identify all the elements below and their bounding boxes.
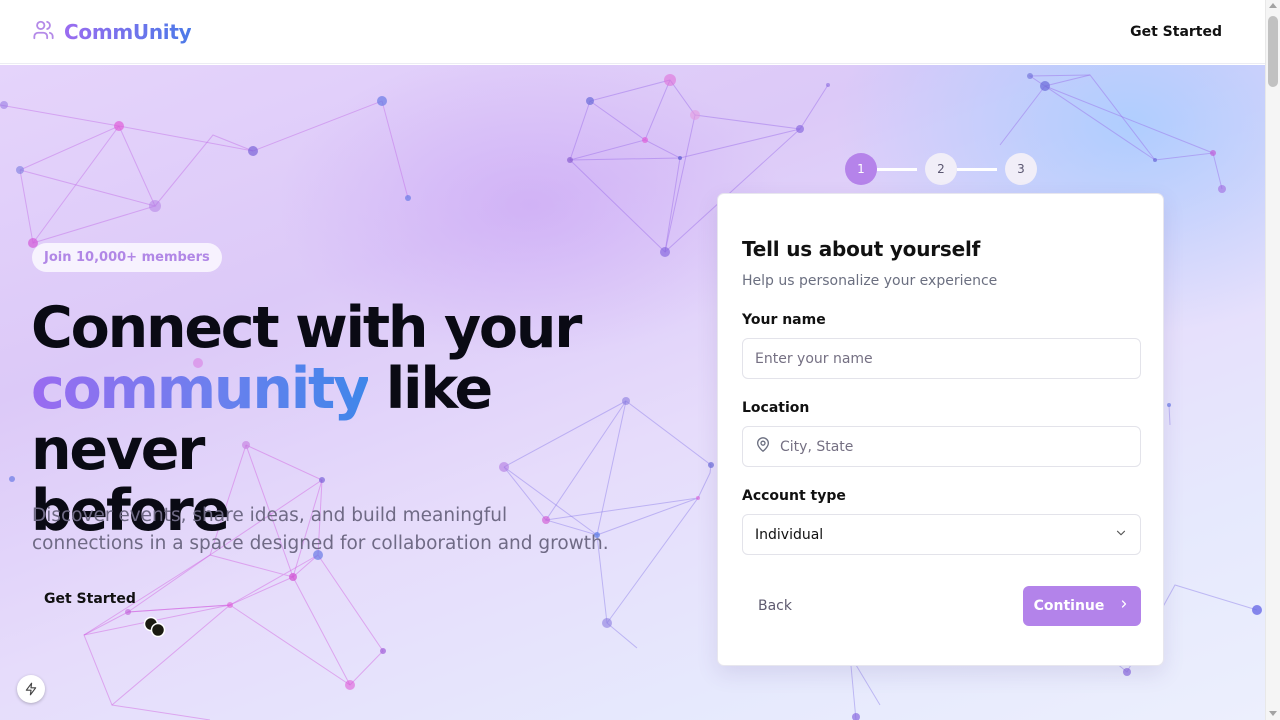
location-input[interactable]: [780, 438, 1120, 455]
step-1: 1: [845, 153, 877, 185]
header-get-started-button[interactable]: Get Started: [1118, 18, 1234, 46]
users-icon: [32, 19, 55, 45]
hero-get-started-button[interactable]: Get Started: [32, 586, 148, 612]
name-input[interactable]: [742, 338, 1141, 379]
step-2: 2: [925, 153, 957, 185]
headline-highlight: community: [31, 356, 370, 422]
page-scrollbar[interactable]: [1265, 0, 1280, 720]
top-navbar: CommUnity Get Started: [0, 0, 1265, 64]
scroll-up-arrow-icon[interactable]: [1269, 3, 1277, 8]
bolt-icon[interactable]: [17, 675, 45, 703]
location-field[interactable]: [742, 426, 1141, 467]
hero-description: Discover events, share ideas, and build …: [32, 505, 609, 554]
members-badge: Join 10,000+ members: [32, 243, 222, 272]
back-button[interactable]: Back: [742, 586, 808, 626]
step-3: 3: [1005, 153, 1037, 185]
account-type-value: Individual: [755, 526, 824, 543]
step-connector: [957, 168, 997, 171]
account-type-select[interactable]: Individual: [742, 514, 1141, 555]
form-subtitle: Help us personalize your experience: [742, 273, 998, 289]
step-connector: [877, 168, 917, 171]
map-pin-icon: [755, 436, 771, 457]
form-title: Tell us about yourself: [742, 237, 981, 261]
chevron-down-icon: [1114, 526, 1128, 544]
continue-label: Continue: [1033, 598, 1105, 614]
continue-button[interactable]: Continue: [1023, 586, 1141, 626]
name-label: Your name: [742, 312, 826, 328]
cursor-icon: [142, 615, 170, 643]
scrollbar-thumb[interactable]: [1268, 16, 1278, 87]
signup-form-card: Tell us about yourself Help us personali…: [717, 193, 1164, 666]
chevron-right-icon: [1118, 598, 1130, 614]
progress-stepper: 1 2 3: [845, 153, 1037, 185]
location-label: Location: [742, 400, 810, 416]
brand-logo[interactable]: CommUnity: [32, 19, 192, 45]
brand-name: CommUnity: [64, 19, 192, 44]
scroll-down-arrow-icon[interactable]: [1269, 711, 1277, 716]
headline-line-1: Connect with your: [31, 295, 582, 361]
account-type-label: Account type: [742, 488, 846, 504]
